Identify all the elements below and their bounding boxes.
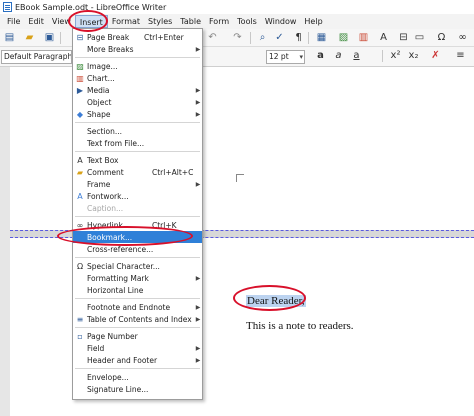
menu-window[interactable]: Window	[261, 15, 301, 28]
menu-item-page-break[interactable]: ⊟ Page Break Ctrl+Enter	[73, 31, 202, 43]
text-boundary-mark	[236, 174, 244, 182]
italic-icon[interactable]: a	[333, 50, 344, 61]
paragraph-style-combo[interactable]: Default Paragraph Style	[1, 50, 72, 64]
menu-item-cross-reference[interactable]: Cross-reference...	[73, 243, 202, 255]
page-break-icon: ⊟	[76, 32, 84, 42]
page-number-icon: ▫	[77, 331, 83, 341]
menu-item-fontwork[interactable]: A Fontwork...	[73, 190, 202, 202]
menu-item-signature-line[interactable]: Signature Line...	[73, 383, 202, 395]
window-title: EBook Sample.odt - LibreOffice Writer	[15, 2, 167, 12]
page-break-icon[interactable]: ⊟	[398, 32, 409, 43]
submenu-arrow-icon: ▶	[195, 356, 201, 364]
menu-item-more-breaks[interactable]: More Breaks ▶	[73, 43, 202, 55]
menu-insert[interactable]: Insert	[74, 15, 108, 28]
menu-view[interactable]: View	[48, 15, 75, 28]
menu-item-shape[interactable]: ◆ Shape ▶	[73, 108, 202, 120]
paragraph-style-value: Default Paragraph Style	[4, 52, 72, 61]
submenu-arrow-icon: ▶	[195, 110, 201, 118]
align-left-icon[interactable]: ≡	[455, 50, 466, 61]
subscript-icon[interactable]: x₂	[408, 50, 419, 61]
menu-tools[interactable]: Tools	[233, 15, 261, 28]
menu-item-chart[interactable]: ▥ Chart...	[73, 72, 202, 84]
menu-format[interactable]: Format	[108, 15, 144, 28]
menu-item-field[interactable]: Field ▶	[73, 342, 202, 354]
underline-icon[interactable]: a	[351, 50, 362, 61]
chart-icon: ▥	[76, 73, 84, 83]
menu-table[interactable]: Table	[176, 15, 205, 28]
submenu-arrow-icon: ▶	[195, 98, 201, 106]
special-character-icon[interactable]: Ω	[436, 32, 447, 43]
menu-edit[interactable]: Edit	[24, 15, 48, 28]
menu-item-text-from-file[interactable]: Text from File...	[73, 137, 202, 149]
submenu-arrow-icon: ▶	[195, 344, 201, 352]
menu-styles[interactable]: Styles	[144, 15, 176, 28]
body-text[interactable]: This is a note to readers.	[246, 320, 354, 332]
menu-item-page-number[interactable]: ▫ Page Number	[73, 330, 202, 342]
menu-item-hyperlink[interactable]: ∞ Hyperlink Ctrl+K	[73, 219, 202, 231]
menu-item-section[interactable]: Section...	[73, 125, 202, 137]
comment-icon: ▰	[76, 167, 84, 177]
menu-item-header-footer[interactable]: Header and Footer ▶	[73, 354, 202, 366]
bold-icon[interactable]: a	[315, 50, 326, 61]
menu-item-caption: Caption...	[87, 203, 124, 213]
redo-icon[interactable]: ↷	[232, 32, 243, 43]
selected-text[interactable]: Dear Reader,	[246, 295, 306, 307]
shape-icon: ◆	[76, 109, 84, 119]
font-size-combo[interactable]: 12 pt ▾	[266, 50, 305, 64]
text-box-icon[interactable]: A	[378, 32, 389, 43]
insert-menu: ⊟ Page Break Ctrl+Enter More Breaks ▶ ▨ …	[72, 28, 203, 400]
spelling-icon[interactable]: ✓	[274, 32, 285, 43]
menu-item-envelope[interactable]: Envelope...	[73, 371, 202, 383]
menu-file[interactable]: File	[3, 15, 24, 28]
save-icon[interactable]: ▣	[44, 32, 55, 43]
menu-item-footnote-endnote[interactable]: Footnote and Endnote ▶	[73, 301, 202, 313]
font-size-value: 12 pt	[269, 52, 289, 61]
submenu-arrow-icon: ▶	[195, 315, 201, 323]
new-document-icon[interactable]: ▤	[4, 32, 15, 43]
menu-item-formatting-mark[interactable]: Formatting Mark ▶	[73, 272, 202, 284]
menu-item-table-of-contents[interactable]: ≡ Table of Contents and Index ▶	[73, 313, 202, 325]
chart-icon[interactable]: ▥	[358, 32, 369, 43]
clear-formatting-icon[interactable]: ✗	[430, 50, 441, 61]
submenu-arrow-icon: ▶	[195, 180, 201, 188]
media-icon: ▶	[76, 85, 84, 95]
menu-item-bookmark[interactable]: Bookmark...	[73, 231, 202, 243]
menu-item-comment[interactable]: ▰ Comment Ctrl+Alt+C	[73, 166, 202, 178]
image-icon: ▨	[76, 61, 84, 71]
hyperlink-icon: ∞	[76, 220, 84, 230]
menu-form[interactable]: Form	[205, 15, 233, 28]
field-icon[interactable]: ▭	[414, 32, 425, 43]
submenu-arrow-icon: ▶	[195, 86, 201, 94]
menu-bar: File Edit View Insert Format Styles Tabl…	[0, 14, 474, 29]
menu-item-object[interactable]: Object ▶	[73, 96, 202, 108]
special-character-icon: Ω	[76, 261, 84, 271]
menu-item-image[interactable]: ▨ Image...	[73, 60, 202, 72]
writer-app-icon	[3, 2, 12, 12]
menu-item-text-box[interactable]: A Text Box	[73, 154, 202, 166]
table-icon[interactable]: ▦	[316, 32, 327, 43]
title-bar: EBook Sample.odt - LibreOffice Writer	[0, 0, 474, 14]
menu-item-horizontal-line[interactable]: Horizontal Line	[73, 284, 202, 296]
find-replace-icon[interactable]: ⌕	[257, 32, 268, 43]
undo-icon[interactable]: ↶	[207, 32, 218, 43]
submenu-arrow-icon: ▶	[195, 274, 201, 282]
chevron-down-icon[interactable]: ▾	[299, 51, 303, 63]
hyperlink-icon[interactable]: ∞	[457, 32, 468, 43]
image-icon[interactable]: ▨	[338, 32, 349, 43]
toc-icon: ≡	[76, 314, 84, 324]
menu-item-media[interactable]: ▶ Media ▶	[73, 84, 202, 96]
fontwork-icon: A	[77, 191, 83, 201]
superscript-icon[interactable]: x²	[390, 50, 401, 61]
menu-item-frame[interactable]: Frame ▶	[73, 178, 202, 190]
submenu-arrow-icon: ▶	[195, 303, 201, 311]
submenu-arrow-icon: ▶	[195, 45, 201, 53]
menu-help[interactable]: Help	[300, 15, 326, 28]
text-box-icon: A	[77, 155, 83, 165]
formatting-marks-icon[interactable]: ¶	[293, 32, 304, 43]
open-icon[interactable]: ▰	[24, 32, 35, 43]
menu-item-special-character[interactable]: Ω Special Character...	[73, 260, 202, 272]
